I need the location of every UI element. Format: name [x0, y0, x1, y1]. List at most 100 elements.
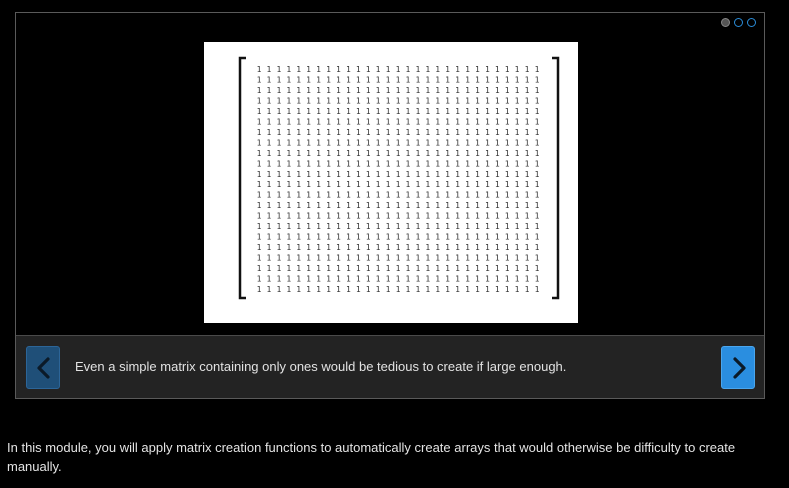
matrix-entry: 1 — [257, 65, 262, 74]
matrix-entry: 1 — [257, 149, 262, 158]
matrix-entry: 1 — [415, 117, 420, 126]
matrix-entry: 1 — [326, 222, 331, 231]
matrix-entry: 1 — [386, 65, 391, 74]
matrix-entry: 1 — [326, 149, 331, 158]
matrix-entry: 1 — [296, 285, 301, 294]
matrix-entry: 1 — [485, 170, 490, 179]
matrix-entry: 1 — [276, 191, 281, 200]
matrix-entry: 1 — [316, 243, 321, 252]
matrix-entry: 1 — [376, 275, 381, 284]
matrix-entry: 1 — [465, 96, 470, 105]
matrix-entry: 1 — [266, 191, 271, 200]
matrix-entry: 1 — [525, 222, 530, 231]
matrix-entry: 1 — [316, 264, 321, 273]
previous-slide-button[interactable] — [26, 346, 60, 389]
matrix-entry: 1 — [276, 254, 281, 263]
slide-dot-2[interactable] — [734, 18, 743, 27]
matrix-entry: 1 — [296, 254, 301, 263]
matrix-entry: 1 — [386, 96, 391, 105]
slide-dot-3[interactable] — [747, 18, 756, 27]
matrix-entry: 1 — [276, 128, 281, 137]
matrix-entry: 1 — [386, 159, 391, 168]
matrix-entry: 1 — [396, 170, 401, 179]
matrix-entry: 1 — [535, 254, 540, 263]
matrix-entry: 1 — [535, 65, 540, 74]
matrix-entry: 1 — [505, 180, 510, 189]
matrix-entry: 1 — [257, 76, 262, 85]
matrix-entry: 1 — [495, 233, 500, 242]
matrix-entry: 1 — [276, 275, 281, 284]
matrix-entry: 1 — [515, 191, 520, 200]
matrix-entry: 1 — [425, 96, 430, 105]
matrix-entry: 1 — [415, 96, 420, 105]
matrix-entry: 1 — [396, 138, 401, 147]
matrix-entry: 1 — [276, 117, 281, 126]
matrix-entry: 1 — [257, 212, 262, 221]
matrix-entry: 1 — [336, 222, 341, 231]
matrix-entry: 1 — [515, 107, 520, 116]
matrix-entry: 1 — [257, 117, 262, 126]
matrix-entry: 1 — [475, 96, 480, 105]
matrix-entry: 1 — [475, 65, 480, 74]
matrix-entry: 1 — [455, 254, 460, 263]
next-slide-button[interactable] — [721, 346, 755, 389]
matrix-entry: 1 — [326, 233, 331, 242]
matrix-entry: 1 — [485, 107, 490, 116]
matrix-entry: 1 — [535, 285, 540, 294]
matrix-entry: 1 — [485, 201, 490, 210]
matrix-entry: 1 — [266, 275, 271, 284]
matrix-entry: 1 — [386, 107, 391, 116]
matrix-entry: 1 — [356, 201, 361, 210]
matrix-entry: 1 — [396, 149, 401, 158]
matrix-entry: 1 — [515, 128, 520, 137]
matrix-entry: 1 — [505, 191, 510, 200]
matrix-entry: 1 — [495, 107, 500, 116]
matrix-entry: 1 — [415, 254, 420, 263]
matrix-entry: 1 — [515, 180, 520, 189]
matrix-entry: 1 — [405, 243, 410, 252]
matrix-entry: 1 — [455, 212, 460, 221]
matrix-entry: 1 — [376, 180, 381, 189]
matrix-entry: 1 — [276, 159, 281, 168]
matrix-entry: 1 — [296, 128, 301, 137]
matrix-entry: 1 — [356, 233, 361, 242]
matrix-entry: 1 — [346, 86, 351, 95]
matrix-entry: 1 — [396, 243, 401, 252]
matrix-entry: 1 — [346, 117, 351, 126]
matrix-entry: 1 — [445, 254, 450, 263]
matrix-entry: 1 — [356, 170, 361, 179]
matrix-entry: 1 — [495, 285, 500, 294]
matrix-entry: 1 — [405, 149, 410, 158]
matrix-entry: 1 — [435, 180, 440, 189]
matrix-entry: 1 — [386, 264, 391, 273]
matrix-entry: 1 — [465, 201, 470, 210]
matrix-entry: 1 — [286, 159, 291, 168]
matrix-entry: 1 — [535, 96, 540, 105]
matrix-entry: 1 — [455, 138, 460, 147]
matrix-entry: 1 — [405, 138, 410, 147]
matrix-entry: 1 — [257, 86, 262, 95]
matrix-entry: 1 — [465, 233, 470, 242]
matrix-entry: 1 — [465, 275, 470, 284]
matrix-entry: 1 — [336, 254, 341, 263]
matrix-entry: 1 — [445, 201, 450, 210]
matrix-entry: 1 — [386, 201, 391, 210]
matrix-entry: 1 — [425, 191, 430, 200]
matrix-entry: 1 — [485, 243, 490, 252]
matrix-entry: 1 — [376, 107, 381, 116]
left-bracket — [238, 56, 246, 300]
matrix-entry: 1 — [386, 117, 391, 126]
matrix-entry: 1 — [286, 222, 291, 231]
matrix-entry: 1 — [405, 107, 410, 116]
matrix-entry: 1 — [525, 170, 530, 179]
matrix-entry: 1 — [435, 107, 440, 116]
matrix-entry: 1 — [465, 222, 470, 231]
matrix-entry: 1 — [485, 65, 490, 74]
slide-dot-1[interactable] — [721, 18, 730, 27]
matrix-entry: 1 — [336, 107, 341, 116]
matrix-entry: 1 — [316, 96, 321, 105]
matrix-entry: 1 — [286, 243, 291, 252]
matrix-entry: 1 — [376, 159, 381, 168]
matrix-entry: 1 — [356, 264, 361, 273]
matrix-entry: 1 — [445, 65, 450, 74]
